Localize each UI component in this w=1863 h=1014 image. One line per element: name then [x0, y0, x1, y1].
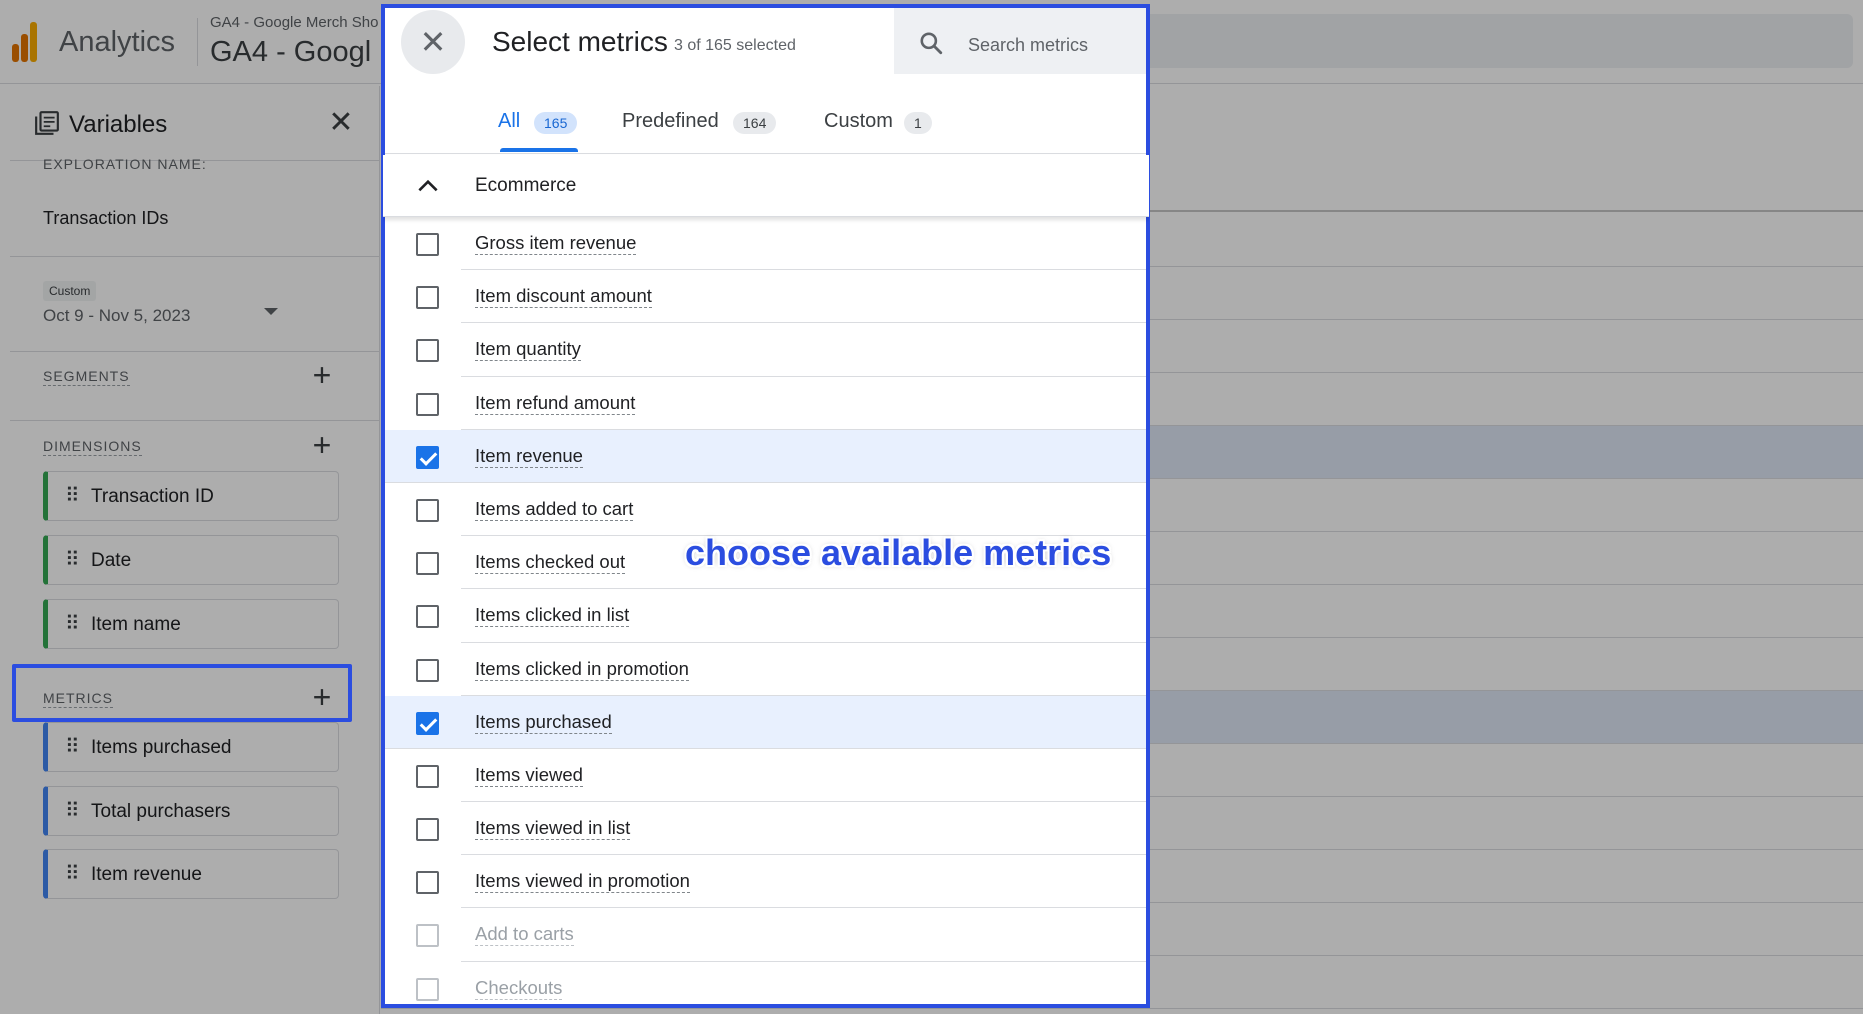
metric-option-label: Items viewed in promotion	[475, 870, 690, 894]
metric-option-row[interactable]: Item refund amount	[383, 377, 1149, 430]
metric-option-label: Items purchased	[475, 710, 612, 734]
metric-checkbox[interactable]	[416, 871, 439, 895]
metric-option-label: Item quantity	[475, 338, 581, 362]
tab-count-badge: 165	[534, 112, 578, 134]
close-icon[interactable]: ✕	[401, 10, 465, 74]
metric-option-label: Item discount amount	[475, 285, 652, 309]
metric-option-label: Items viewed in list	[475, 817, 631, 841]
metric-option-row[interactable]: Items viewed	[383, 749, 1149, 803]
metric-option-label: Items viewed	[475, 763, 583, 787]
search-input[interactable]: Search metrics	[968, 35, 1088, 56]
metric-option-row[interactable]: Gross item revenue	[383, 217, 1149, 271]
metric-checkbox[interactable]	[416, 711, 439, 735]
metric-checkbox[interactable]	[416, 392, 439, 416]
metric-checkbox[interactable]	[416, 498, 439, 522]
active-tab-indicator	[500, 148, 578, 152]
search-icon	[920, 32, 943, 55]
tab-count-badge: 164	[733, 112, 777, 134]
metric-option-label: Items clicked in promotion	[475, 657, 689, 681]
metric-option-row[interactable]: Items purchased	[383, 695, 1149, 749]
metric-option-label: Gross item revenue	[475, 232, 637, 255]
group-ecommerce-header[interactable]: Ecommerce	[383, 155, 1149, 217]
select-metrics-dialog: ✕ Select metrics 3 of 165 selected Searc…	[383, 4, 1149, 1008]
metric-option-row[interactable]: Item revenue	[383, 429, 1149, 483]
tab-label: All	[498, 110, 521, 132]
metric-option-row[interactable]: Items viewed in promotion	[383, 855, 1149, 909]
metric-option-label: Items clicked in list	[475, 604, 630, 628]
metric-option-row[interactable]: Items clicked in promotion	[383, 643, 1149, 696]
metric-option-label: Add to carts	[475, 923, 574, 947]
search-metrics-field[interactable]: Search metrics	[894, 8, 1149, 74]
metric-checkbox[interactable]	[416, 552, 439, 576]
metric-option-label: Item refund amount	[475, 391, 636, 415]
metric-option-row[interactable]: Items added to cart	[383, 483, 1149, 537]
metric-checkbox[interactable]	[416, 764, 439, 788]
metric-checkbox[interactable]	[416, 658, 439, 682]
chevron-up-icon[interactable]	[415, 173, 441, 199]
group-label: Ecommerce	[475, 175, 577, 196]
metrics-section-highlight	[12, 664, 352, 722]
metric-checkbox	[416, 924, 439, 948]
metric-checkbox[interactable]	[416, 605, 439, 629]
metric-checkbox[interactable]	[416, 818, 439, 842]
metric-option-row[interactable]: Items viewed in list	[383, 802, 1149, 856]
tab-label: Custom	[824, 110, 893, 132]
metric-option-row[interactable]: Add to carts	[383, 908, 1149, 962]
tab-label: Predefined	[622, 110, 719, 132]
metric-checkbox[interactable]	[416, 286, 439, 310]
metric-option-label: Items added to cart	[475, 497, 634, 521]
metric-option-label: Item revenue	[475, 444, 583, 468]
metric-option-label: Items checked out	[475, 551, 626, 575]
metric-option-row[interactable]: Items clicked in list	[383, 589, 1149, 643]
metric-option-row[interactable]: Item discount amount	[383, 270, 1149, 324]
dialog-title: Select metrics	[492, 26, 668, 57]
metric-option-label: Checkouts	[475, 976, 563, 1000]
metric-checkbox[interactable]	[416, 339, 439, 363]
metric-option-row[interactable]: Checkouts	[383, 962, 1149, 1008]
metric-checkbox[interactable]	[416, 233, 439, 256]
metric-option-row[interactable]: Item quantity	[383, 323, 1149, 377]
selected-count: 3 of 165 selected	[674, 37, 796, 54]
annotation-text: choose available metrics	[685, 532, 1112, 573]
metric-tabs: All 165 Predefined 164 Custom 1	[383, 104, 1149, 154]
metric-list: Gross item revenue Item discount amount It…	[383, 217, 1149, 1008]
tab-count-badge: 1	[904, 112, 932, 134]
metric-checkbox	[416, 977, 439, 1001]
metric-checkbox[interactable]	[416, 445, 439, 469]
